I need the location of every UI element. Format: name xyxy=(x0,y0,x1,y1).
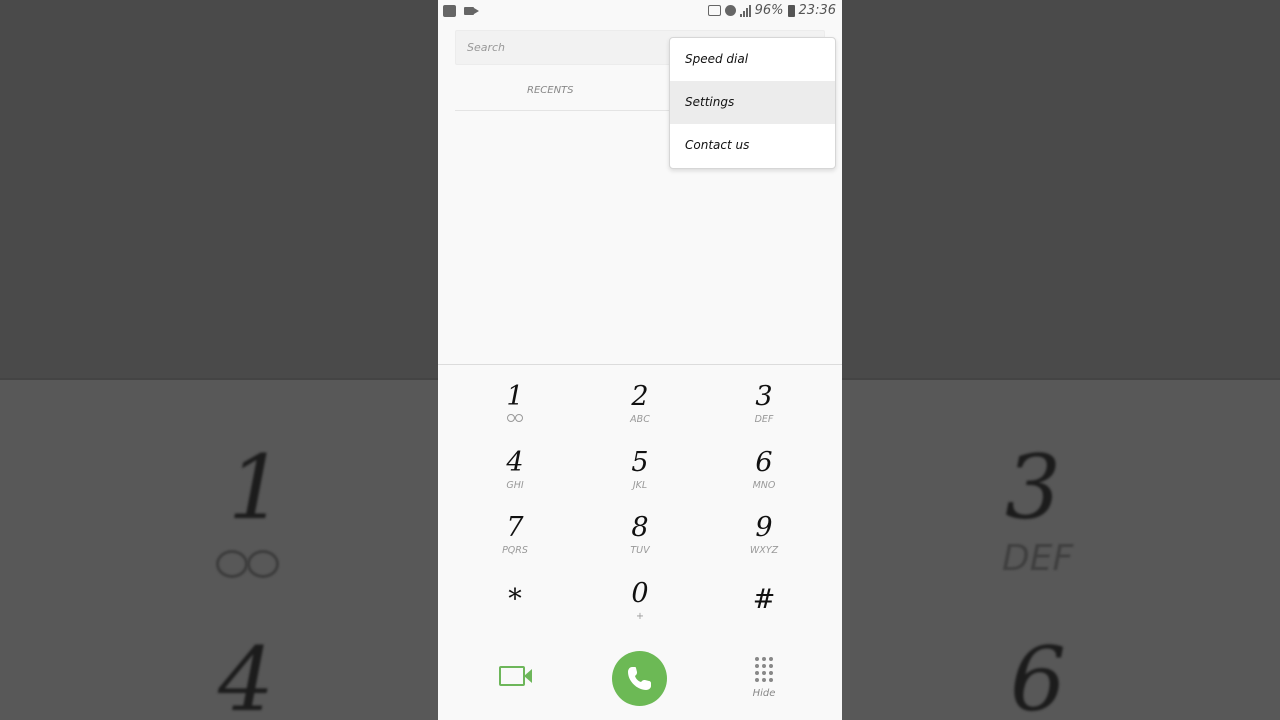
bg-digit-1: 1 xyxy=(228,436,284,539)
keypad-grid-icon xyxy=(744,657,784,682)
key-9[interactable]: 9 WXYZ xyxy=(714,511,814,569)
bg-voicemail-icon xyxy=(216,550,248,578)
signal-icon xyxy=(739,4,751,17)
key-4[interactable]: 4 GHI xyxy=(465,446,565,504)
key-digit: 9 xyxy=(755,512,773,543)
clock: 23:36 xyxy=(798,3,836,18)
phone-app-screen: 96% 23:36 Search RECENTS 1 2 ABC 3 DEF 4… xyxy=(438,0,842,720)
video-notification-icon xyxy=(464,7,479,15)
hide-keypad-button[interactable]: Hide xyxy=(744,657,784,699)
tab-recents[interactable]: RECENTS xyxy=(527,85,574,96)
key-3[interactable]: 3 DEF xyxy=(714,380,814,438)
key-digit: 4 xyxy=(506,447,524,478)
menu-item-settings[interactable]: Settings xyxy=(670,81,835,124)
bg-digit-4: 4 xyxy=(218,628,274,720)
key-5[interactable]: 5 JKL xyxy=(590,446,690,504)
key-letters: ABC xyxy=(630,414,650,425)
key-star[interactable]: * xyxy=(465,583,565,641)
key-digit: * xyxy=(508,584,522,615)
battery-percent: 96% xyxy=(754,3,784,18)
video-call-icon[interactable] xyxy=(499,666,532,686)
key-1[interactable]: 1 xyxy=(465,380,565,438)
key-letters: WXYZ xyxy=(749,545,779,556)
bg-letters-def: DEF xyxy=(1002,538,1074,579)
key-digit: 2 xyxy=(631,381,649,412)
key-letters: JKL xyxy=(632,480,648,491)
alarm-icon xyxy=(724,5,736,16)
key-digit: 0 xyxy=(631,578,649,609)
call-button[interactable] xyxy=(612,651,667,706)
cast-icon xyxy=(707,5,721,16)
key-hash[interactable]: # xyxy=(714,583,814,641)
key-letters: PQRS xyxy=(502,545,528,556)
search-placeholder: Search xyxy=(467,41,506,54)
key-6[interactable]: 6 MNO xyxy=(714,446,814,504)
key-digit: 7 xyxy=(506,512,524,543)
battery-icon xyxy=(787,4,795,17)
dialer-actions: Hide xyxy=(438,650,842,706)
key-letters: TUV xyxy=(630,545,650,556)
keypad-divider xyxy=(438,364,842,365)
menu-item-contact-us[interactable]: Contact us xyxy=(670,124,835,167)
voicemail-icon xyxy=(506,414,524,422)
key-7[interactable]: 7 PQRS xyxy=(465,511,565,569)
key-8[interactable]: 8 TUV xyxy=(590,511,690,569)
key-digit: 5 xyxy=(631,447,649,478)
menu-item-speed-dial[interactable]: Speed dial xyxy=(670,38,835,81)
key-digit: 8 xyxy=(631,512,649,543)
bg-digit-6: 6 xyxy=(1010,628,1066,720)
key-letters: MNO xyxy=(752,480,776,491)
overflow-menu: Speed dial Settings Contact us xyxy=(669,37,836,169)
key-digit: 1 xyxy=(506,381,524,412)
key-letters: DEF xyxy=(754,414,774,425)
key-0[interactable]: 0 + xyxy=(590,577,690,635)
key-digit: # xyxy=(752,584,776,615)
status-bar: 96% 23:36 xyxy=(438,0,842,24)
message-notification-icon xyxy=(443,5,456,17)
key-digit: 3 xyxy=(755,381,773,412)
key-letters: + xyxy=(636,611,644,622)
phone-icon xyxy=(628,667,651,690)
key-2[interactable]: 2 ABC xyxy=(590,380,690,438)
hide-label: Hide xyxy=(752,688,776,699)
bg-digit-3: 3 xyxy=(1005,436,1061,539)
key-letters: GHI xyxy=(506,480,524,491)
key-digit: 6 xyxy=(755,447,773,478)
bg-voicemail-icon xyxy=(247,550,279,578)
